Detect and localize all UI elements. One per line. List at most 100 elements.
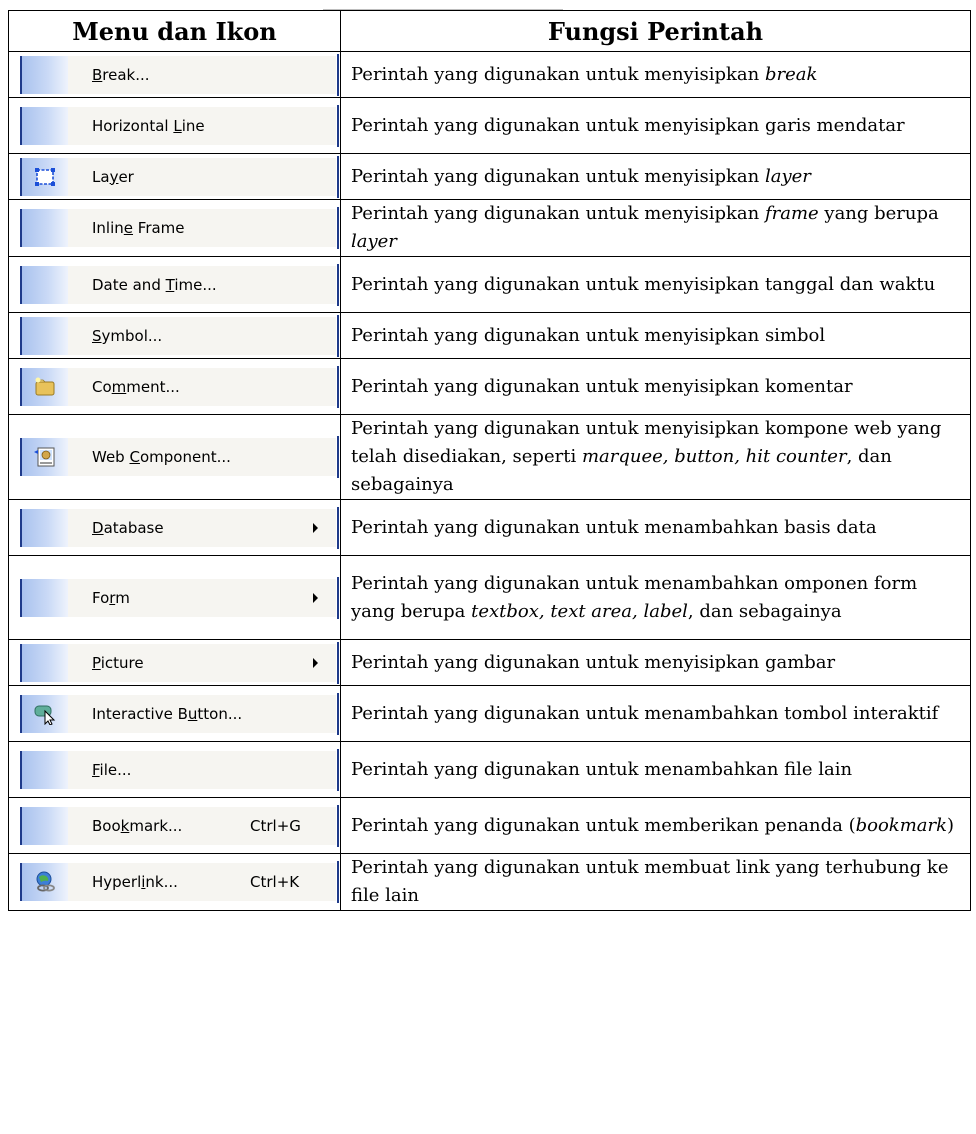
menu-cell: Hyperlink... Ctrl+K	[8, 853, 341, 911]
menu-item-label: Layer	[92, 167, 134, 186]
menu-item-label: Web Component...	[92, 448, 231, 466]
menu-item[interactable]: Comment...	[20, 365, 339, 408]
menu-item-shortcut: Ctrl+K	[250, 873, 300, 891]
menu-item-label: Interactive Button...	[92, 704, 243, 723]
menu-item-shortcut: Ctrl+G	[250, 816, 301, 835]
menu-cell: Database	[8, 499, 341, 556]
menu-icon-gutter	[22, 316, 68, 355]
menu-item-label: Picture	[92, 653, 144, 672]
function-description: Perintah yang digunakan untuk memberikan…	[340, 797, 971, 854]
cropped-caption: ________________________	[8, 0, 970, 10]
menu-item[interactable]: Layer	[20, 155, 339, 198]
table-row: Interactive Button... Perintah yang digun…	[8, 685, 971, 742]
menu-icon-gutter	[22, 750, 68, 789]
menu-cell: Layer	[8, 153, 341, 200]
submenu-arrow-icon	[313, 522, 318, 533]
menu-cell: Symbol...	[8, 312, 341, 359]
menu-cell: Comment...	[8, 358, 341, 415]
menu-item-label: Symbol...	[92, 326, 163, 345]
hyperlink-icon	[34, 871, 56, 893]
menu-item[interactable]: Form	[20, 576, 339, 619]
function-description: Perintah yang digunakan untuk menyisipka…	[340, 312, 971, 359]
function-description: Perintah yang digunakan untuk menyisipka…	[340, 256, 971, 313]
menu-item[interactable]: Interactive Button...	[20, 692, 339, 735]
menu-cell: File...	[8, 741, 341, 798]
menu-icon-gutter	[22, 643, 68, 682]
function-description: Perintah yang digunakan untuk menyisipka…	[340, 639, 971, 686]
menu-cell: Web Component...	[8, 414, 341, 500]
function-description: Perintah yang digunakan untuk membuat li…	[340, 853, 971, 911]
menu-item[interactable]: Web Component...	[20, 436, 339, 478]
menu-icon-gutter	[22, 265, 68, 304]
table-row: Database Perintah yang digunakan untuk me…	[8, 499, 971, 556]
menu-item-label: Form	[92, 588, 130, 607]
menu-item[interactable]: Bookmark... Ctrl+G	[20, 804, 339, 847]
table-header-row: Menu dan Ikon Fungsi Perintah	[8, 10, 971, 52]
menu-cell: Break...	[8, 51, 341, 98]
menu-cell: Date and Time...	[8, 256, 341, 313]
menu-item-label: Break...	[92, 65, 150, 84]
menu-item[interactable]: File...	[20, 748, 339, 791]
function-description: Perintah yang digunakan untuk menyisipka…	[340, 51, 971, 98]
table-row: Bookmark... Ctrl+G Perintah yang digunakan…	[8, 797, 971, 854]
comment-icon	[34, 376, 56, 398]
menu-item-label: File...	[92, 760, 132, 779]
menu-function-table: Menu dan Ikon Fungsi Perintah Break... Pe…	[8, 10, 971, 911]
menu-item-label: Database	[92, 518, 164, 537]
web-component-icon	[34, 446, 56, 468]
menu-item[interactable]: Symbol...	[20, 314, 339, 357]
menu-item[interactable]: Horizontal Line	[20, 104, 339, 147]
function-description: Perintah yang digunakan untuk menambahka…	[340, 555, 971, 640]
header-command-function: Fungsi Perintah	[340, 10, 971, 52]
menu-cell: Bookmark... Ctrl+G	[8, 797, 341, 854]
table-row: Web Component... Perintah yang digunakan …	[8, 414, 971, 500]
function-description: Perintah yang digunakan untuk menambahka…	[340, 685, 971, 742]
menu-icon-gutter	[22, 806, 68, 845]
menu-cell: Inline Frame	[8, 199, 341, 257]
menu-cell: Horizontal Line	[8, 97, 341, 154]
menu-item-label: Horizontal Line	[92, 116, 205, 135]
menu-item[interactable]: Database	[20, 506, 339, 549]
table-row: Form Perintah yang digunakan untuk menamb…	[8, 555, 971, 640]
menu-cell: Picture	[8, 639, 341, 686]
function-description: Perintah yang digunakan untuk menyisipka…	[340, 97, 971, 154]
menu-icon-gutter	[22, 209, 68, 247]
layer-icon	[34, 166, 56, 188]
menu-item[interactable]: Inline Frame	[20, 207, 339, 249]
menu-item-label: Bookmark...	[92, 816, 183, 835]
function-description: Perintah yang digunakan untuk menambahka…	[340, 499, 971, 556]
menu-item-label: Hyperlink...	[92, 873, 178, 891]
table-row: Picture Perintah yang digunakan untuk men…	[8, 639, 971, 686]
menu-item[interactable]: Picture	[20, 641, 339, 684]
function-description: Perintah yang digunakan untuk menyisipka…	[340, 358, 971, 415]
menu-icon-gutter	[22, 578, 68, 617]
function-description: Perintah yang digunakan untuk menyisipka…	[340, 199, 971, 257]
table-row: Comment... Perintah yang digunakan untuk …	[8, 358, 971, 415]
table-row: Break... Perintah yang digunakan untuk me…	[8, 51, 971, 98]
function-description: Perintah yang digunakan untuk menyisipka…	[340, 414, 971, 500]
table-row: File... Perintah yang digunakan untuk men…	[8, 741, 971, 798]
function-description: Perintah yang digunakan untuk menyisipka…	[340, 153, 971, 200]
menu-icon-gutter	[22, 55, 68, 94]
menu-item-label: Comment...	[92, 377, 180, 396]
table-row: Inline Frame Perintah yang digunakan untu…	[8, 199, 971, 257]
menu-cell: Form	[8, 555, 341, 640]
table-row: Hyperlink... Ctrl+K Perintah yang digunaka…	[8, 853, 971, 911]
table-row: Horizontal Line Perintah yang digunakan u…	[8, 97, 971, 154]
table-row: Layer Perintah yang digunakan untuk menyi…	[8, 153, 971, 200]
menu-item[interactable]: Hyperlink... Ctrl+K	[20, 861, 339, 903]
submenu-arrow-icon	[313, 657, 318, 668]
function-description: Perintah yang digunakan untuk menambahka…	[340, 741, 971, 798]
submenu-arrow-icon	[313, 592, 318, 603]
menu-item-label: Inline Frame	[92, 219, 185, 237]
menu-item[interactable]: Break...	[20, 53, 339, 96]
menu-item[interactable]: Date and Time...	[20, 263, 339, 306]
table-row: Symbol... Perintah yang digunakan untuk m…	[8, 312, 971, 359]
header-menu-icon: Menu dan Ikon	[8, 10, 341, 52]
interactive-button-icon	[34, 703, 56, 726]
menu-icon-gutter	[22, 508, 68, 547]
menu-icon-gutter	[22, 106, 68, 145]
menu-item-label: Date and Time...	[92, 275, 217, 294]
table-row: Date and Time... Perintah yang digunakan …	[8, 256, 971, 313]
menu-cell: Interactive Button...	[8, 685, 341, 742]
